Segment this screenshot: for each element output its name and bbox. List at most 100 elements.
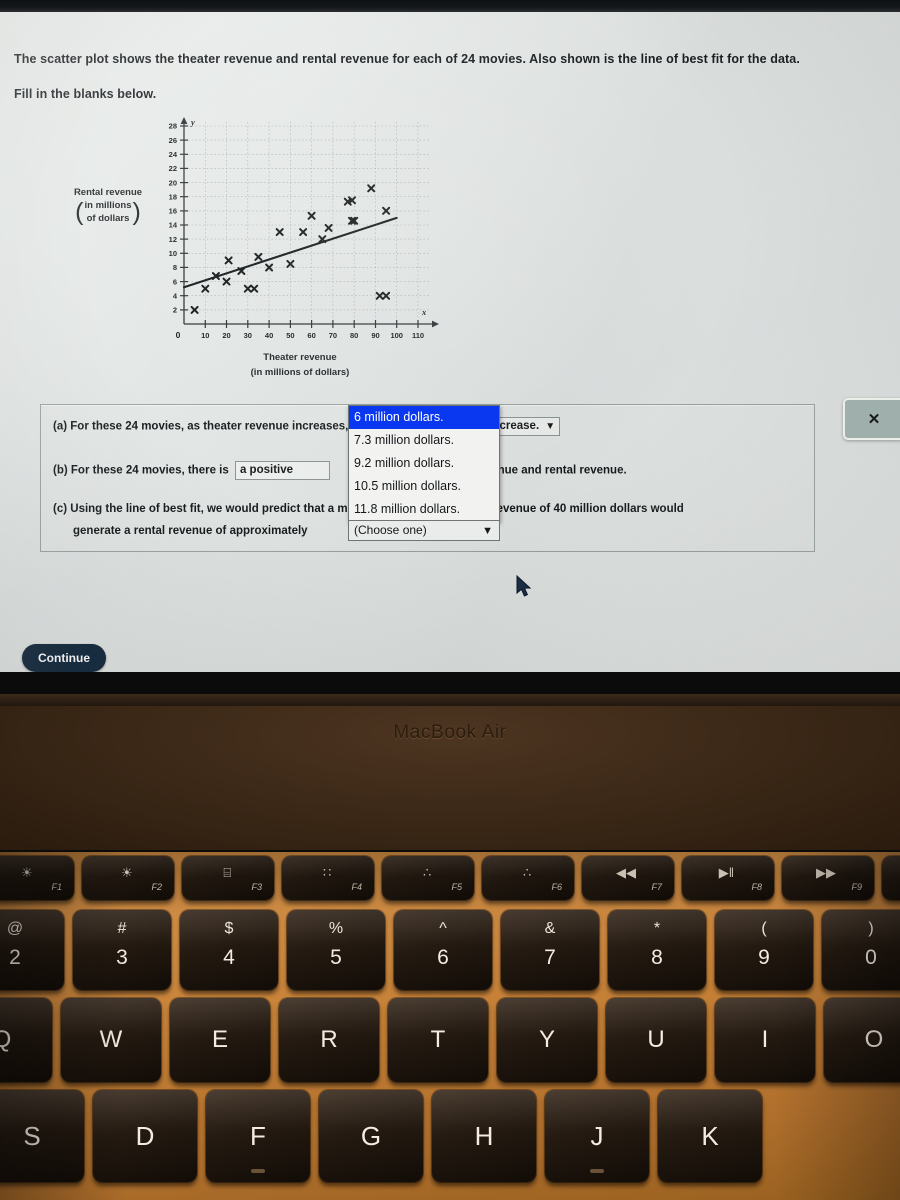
svg-text:80: 80 xyxy=(350,331,358,340)
key-0-label: 0 xyxy=(865,946,877,969)
key-f9[interactable]: ▶▶ F9 xyxy=(782,856,874,900)
svg-text:110: 110 xyxy=(412,331,424,340)
svg-text:28: 28 xyxy=(169,122,177,131)
key-u[interactable]: U xyxy=(606,998,706,1082)
key-9-label: 9 xyxy=(758,946,770,969)
key-f4-label: F4 xyxy=(351,882,362,892)
y-axis-symbol: y xyxy=(190,117,195,127)
key-7-symbol: & xyxy=(544,920,556,937)
keyboard-backlight-down-icon: ∴ xyxy=(423,865,432,880)
macbook-air-brand: MacBook Air xyxy=(393,722,507,743)
key-f7-label: F7 xyxy=(651,882,662,892)
key-7-label: 7 xyxy=(544,946,556,969)
key-8[interactable]: * 8 xyxy=(608,910,706,990)
key-f8[interactable]: ▶‖ F8 xyxy=(682,856,774,900)
key-f3[interactable]: ⌸ F3 xyxy=(182,856,274,900)
key-s[interactable]: S xyxy=(0,1090,84,1182)
close-popup-button[interactable]: ✕ xyxy=(843,398,900,440)
key-f5[interactable]: ∴ F5 xyxy=(382,856,474,900)
dropdown-option[interactable]: 6 million dollars. xyxy=(349,406,499,429)
dropdown-option[interactable]: 11.8 million dollars. xyxy=(349,498,499,521)
svg-text:4: 4 xyxy=(173,291,178,300)
dropdown-option[interactable]: 10.5 million dollars. xyxy=(349,475,499,498)
key-0-symbol: ) xyxy=(868,920,874,937)
question-c-label: (c) xyxy=(53,503,68,515)
key-3[interactable]: # 3 xyxy=(73,910,171,990)
chevron-down-icon: ▼ xyxy=(482,525,493,537)
key-f[interactable]: F xyxy=(206,1090,310,1182)
key-f2[interactable]: ☀ F2 xyxy=(82,856,174,900)
key-y[interactable]: Y xyxy=(497,998,597,1082)
svg-text:40: 40 xyxy=(265,331,273,340)
svg-text:20: 20 xyxy=(169,178,177,187)
home-row-bump xyxy=(590,1169,604,1173)
key-h[interactable]: H xyxy=(432,1090,536,1182)
question-a-label: (a) xyxy=(53,420,68,433)
svg-text:10: 10 xyxy=(169,249,177,258)
key-o[interactable]: O xyxy=(824,998,900,1082)
key-f6[interactable]: ∴ F6 xyxy=(482,856,574,900)
key-7[interactable]: & 7 xyxy=(501,910,599,990)
screenshot-root: The scatter plot shows the theater reven… xyxy=(0,0,900,1200)
key-4-symbol: $ xyxy=(224,920,234,937)
key-f1[interactable]: ☀ F1 xyxy=(0,856,74,900)
question-c-select[interactable]: (Choose one) ▼ xyxy=(348,520,500,541)
key-f9-label: F9 xyxy=(851,882,862,892)
key-k[interactable]: K xyxy=(658,1090,762,1182)
svg-text:10: 10 xyxy=(201,331,209,340)
key-4[interactable]: $ 4 xyxy=(180,910,278,990)
svg-text:22: 22 xyxy=(169,164,177,173)
svg-text:20: 20 xyxy=(222,331,230,340)
keyboard-letter-row-1: Q W E R T Y U I O xyxy=(0,998,900,1082)
key-8-symbol: * xyxy=(653,920,661,937)
dropdown-options-list[interactable]: 6 million dollars. 7.3 million dollars. … xyxy=(348,405,500,522)
key-r[interactable]: R xyxy=(279,998,379,1082)
key-f3-label: F3 xyxy=(251,882,262,892)
laptop-screen: The scatter plot shows the theater reven… xyxy=(0,12,900,672)
y-axis-units-line1: in millions xyxy=(84,199,132,211)
dropdown-option[interactable]: 9.2 million dollars. xyxy=(349,452,499,475)
key-2[interactable]: @ 2 xyxy=(0,910,64,990)
key-e[interactable]: E xyxy=(170,998,270,1082)
continue-button-label: Continue xyxy=(38,651,90,665)
chevron-down-icon: ▼ xyxy=(545,421,556,432)
laptop-keyboard: ☀ F1 ☀ F2 ⌸ F3 ∷ F4 ∴ F5 ∴ F6 ◀◀ F7 ▶‖ F… xyxy=(0,852,900,1200)
mouse-cursor xyxy=(516,575,532,597)
key-i[interactable]: I xyxy=(715,998,815,1082)
svg-text:30: 30 xyxy=(244,331,252,340)
question-c-select-value: (Choose one) xyxy=(354,523,427,537)
key-6[interactable]: ^ 6 xyxy=(394,910,492,990)
dropdown-option[interactable]: 7.3 million dollars. xyxy=(349,429,499,452)
key-f10[interactable]: ◀ xyxy=(882,856,900,900)
question-c-text-line2: generate a rental revenue of approximate… xyxy=(73,525,308,537)
fast-forward-icon: ▶▶ xyxy=(816,865,836,880)
key-9-symbol: ( xyxy=(761,920,767,937)
key-0[interactable]: ) 0 xyxy=(822,910,900,990)
key-f2-label: F2 xyxy=(151,882,162,892)
svg-text:14: 14 xyxy=(169,221,178,230)
svg-text:2: 2 xyxy=(173,306,177,315)
key-w[interactable]: W xyxy=(61,998,161,1082)
key-5-label: 5 xyxy=(330,946,342,969)
key-8-label: 8 xyxy=(651,946,663,969)
brightness-up-icon: ☀ xyxy=(121,865,133,880)
problem-prompt: The scatter plot shows the theater reven… xyxy=(14,50,874,104)
key-2-symbol: @ xyxy=(6,920,24,937)
question-b-select[interactable]: a positive xyxy=(234,461,330,480)
key-5[interactable]: % 5 xyxy=(287,910,385,990)
continue-button[interactable]: Continue xyxy=(22,644,106,672)
launchpad-icon: ∷ xyxy=(323,865,332,880)
svg-text:90: 90 xyxy=(371,331,379,340)
key-j[interactable]: J xyxy=(545,1090,649,1182)
key-9[interactable]: ( 9 xyxy=(715,910,813,990)
key-q[interactable]: Q xyxy=(0,998,52,1082)
key-f4[interactable]: ∷ F4 xyxy=(282,856,374,900)
key-g[interactable]: G xyxy=(319,1090,423,1182)
x-axis-label-main: Theater revenue xyxy=(263,352,337,363)
key-d[interactable]: D xyxy=(93,1090,197,1182)
question-b-select-value: a positive xyxy=(239,464,294,476)
key-f7[interactable]: ◀◀ F7 xyxy=(582,856,674,900)
svg-text:8: 8 xyxy=(173,263,177,272)
key-t[interactable]: T xyxy=(388,998,488,1082)
svg-text:60: 60 xyxy=(307,331,315,340)
